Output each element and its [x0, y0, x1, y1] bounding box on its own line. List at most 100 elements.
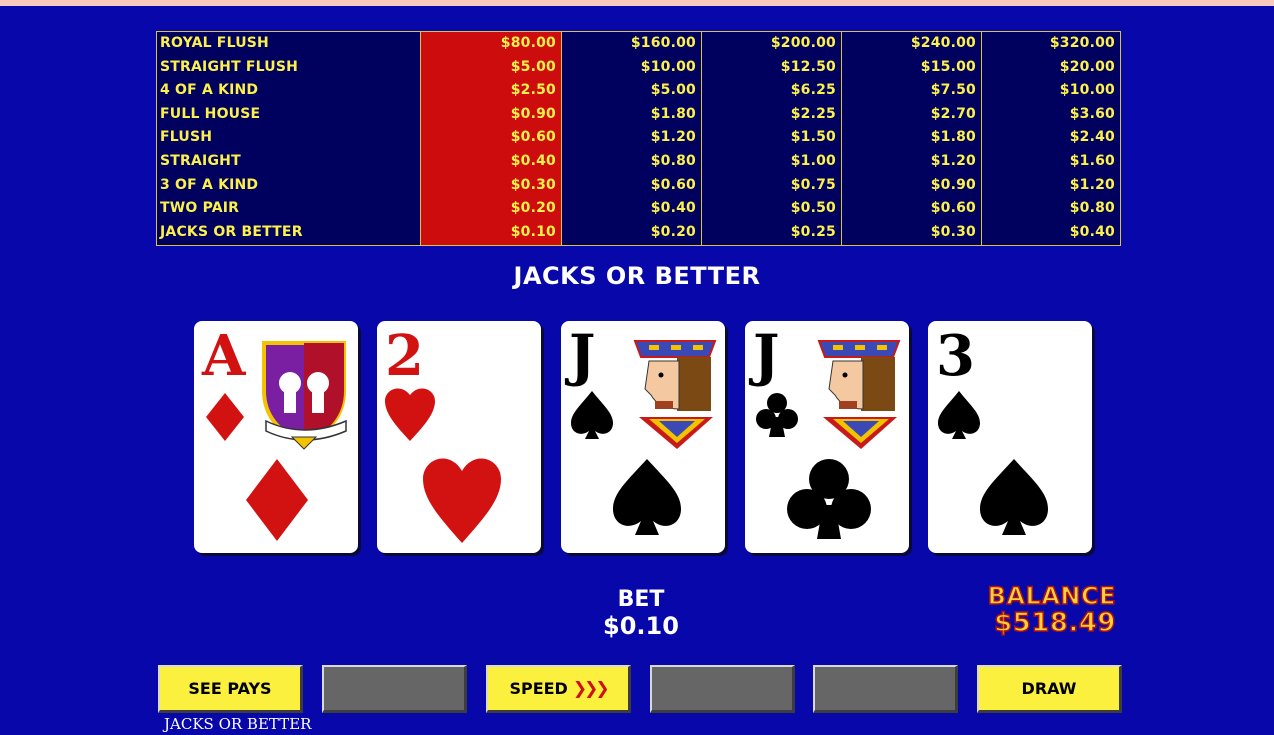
payout-cell: $1.80: [930, 129, 976, 146]
payout-cell: $3.60: [1069, 105, 1115, 122]
balance-value: $518.49: [993, 607, 1116, 639]
payout-cell: $7.50: [930, 82, 976, 99]
payout-cell: $0.90: [510, 105, 556, 122]
payout-cell: $0.30: [510, 176, 556, 193]
payout-cell: $10.00: [640, 58, 696, 75]
payout-cell: $1.50: [790, 129, 836, 146]
payout-cell: $0.40: [510, 152, 556, 169]
payout-cell: $6.25: [790, 82, 836, 99]
empty-button-3: [813, 665, 958, 713]
payout-cell: $0.60: [650, 176, 696, 193]
payout-cell: $1.00: [790, 152, 836, 169]
hand-name: FLUSH: [160, 129, 213, 146]
payout-cell: $0.80: [1069, 200, 1115, 217]
pay-column-bet-4: $240.00 $15.00 $7.50 $2.70 $1.80 $1.20 $…: [841, 32, 981, 245]
spade-icon: [613, 459, 681, 535]
draw-button[interactable]: DRAW: [977, 665, 1122, 713]
payout-cell: $80.00: [500, 35, 556, 51]
payout-cell: $1.20: [930, 152, 976, 169]
balance-label: BALANCE: [987, 581, 1116, 611]
speed-label: SPEED: [509, 679, 568, 698]
hand-name: TWO PAIR: [160, 200, 240, 217]
payout-cell: $2.70: [930, 105, 976, 122]
jack-face-icon: [633, 340, 717, 449]
pay-column-bet-1: $80.00 $5.00 $2.50 $0.90 $0.60 $0.40 $0.…: [420, 32, 561, 245]
payout-cell: $5.00: [650, 82, 696, 99]
hand-name: STRAIGHT: [160, 152, 241, 169]
game-title: JACKS OR BETTER: [513, 262, 761, 290]
payout-cell: $0.40: [650, 200, 696, 217]
bet-label: BET: [617, 587, 665, 612]
empty-button-1: [322, 665, 467, 713]
jack-face-icon: [817, 340, 901, 449]
payout-cell: $0.25: [790, 223, 836, 240]
payout-cell: $0.20: [510, 200, 556, 217]
hand-name: 4 OF A KIND: [160, 82, 259, 99]
payout-cell: $320.00: [1049, 35, 1115, 51]
pay-column-bet-5: $320.00 $20.00 $10.00 $3.60 $2.40 $1.60 …: [981, 32, 1120, 245]
payout-cell: $0.60: [510, 129, 556, 146]
see-pays-button[interactable]: SEE PAYS: [158, 665, 303, 713]
payout-cell: $160.00: [630, 35, 696, 51]
hand-name: FULL HOUSE: [160, 105, 261, 122]
payout-cell: $240.00: [910, 35, 976, 51]
triple-chevron-right-icon: ❯❯❯: [572, 678, 610, 699]
pay-table-hand-names: ROYAL FLUSH STRAIGHT FLUSH 4 OF A KIND F…: [157, 32, 420, 245]
diamond-icon: [246, 459, 308, 541]
top-bar: [0, 0, 1274, 6]
payout-cell: $5.00: [510, 58, 556, 75]
payout-cell: $2.50: [510, 82, 556, 99]
payout-cell: $0.50: [790, 200, 836, 217]
payout-cell: $2.25: [790, 105, 836, 122]
payout-cell: $1.80: [650, 105, 696, 122]
payout-cell: $0.80: [650, 152, 696, 169]
card-1[interactable]: A: [194, 321, 358, 553]
payout-cell: $200.00: [770, 35, 836, 51]
card-artwork: [385, 388, 501, 543]
diamond-icon: [206, 393, 244, 441]
draw-label: DRAW: [1021, 679, 1077, 698]
crest-icon: [262, 341, 347, 450]
card-artwork: [571, 340, 717, 535]
spade-icon: [938, 391, 980, 439]
club-icon: [756, 393, 798, 437]
bet-value: $0.10: [603, 612, 679, 640]
spade-icon: [571, 391, 613, 439]
payout-cell: $0.10: [510, 223, 556, 240]
pay-column-bet-2: $160.00 $10.00 $5.00 $1.80 $1.20 $0.80 $…: [561, 32, 701, 245]
card-artwork: [206, 341, 347, 541]
card-5[interactable]: 3: [928, 321, 1092, 553]
card-4[interactable]: J: [745, 321, 909, 553]
payout-cell: $12.50: [780, 58, 836, 75]
payout-cell: $0.20: [650, 223, 696, 240]
hand-name: STRAIGHT FLUSH: [160, 58, 299, 75]
payout-cell: $0.75: [790, 176, 836, 193]
payout-cell: $15.00: [920, 58, 976, 75]
card-artwork: [938, 391, 1048, 535]
card-artwork: [756, 340, 901, 539]
empty-button-2: [650, 665, 795, 713]
pay-column-bet-3: $200.00 $12.50 $6.25 $2.25 $1.50 $1.00 $…: [701, 32, 841, 245]
payout-cell: $0.40: [1069, 223, 1115, 240]
payout-cell: $0.30: [930, 223, 976, 240]
payout-cell: $2.40: [1069, 129, 1115, 146]
heart-icon: [385, 388, 435, 441]
club-icon: [787, 459, 871, 539]
hand-name: ROYAL FLUSH: [160, 35, 269, 51]
payout-cell: $20.00: [1059, 58, 1115, 75]
spade-icon: [980, 459, 1048, 535]
heart-icon: [423, 458, 501, 543]
card-3[interactable]: J: [561, 321, 725, 553]
payout-cell: $0.60: [930, 200, 976, 217]
payout-cell: $1.20: [650, 129, 696, 146]
payout-cell: $1.20: [1069, 176, 1115, 193]
payout-cell: $10.00: [1059, 82, 1115, 99]
hand-name: JACKS OR BETTER: [160, 223, 303, 240]
speed-button[interactable]: SPEED ❯❯❯: [486, 665, 631, 713]
see-pays-label: SEE PAYS: [188, 679, 272, 698]
pay-table: ROYAL FLUSH STRAIGHT FLUSH 4 OF A KIND F…: [156, 31, 1121, 246]
payout-cell: $0.90: [930, 176, 976, 193]
card-2[interactable]: 2: [377, 321, 541, 553]
payout-cell: $1.60: [1069, 152, 1115, 169]
hand-name: 3 OF A KIND: [160, 176, 259, 193]
